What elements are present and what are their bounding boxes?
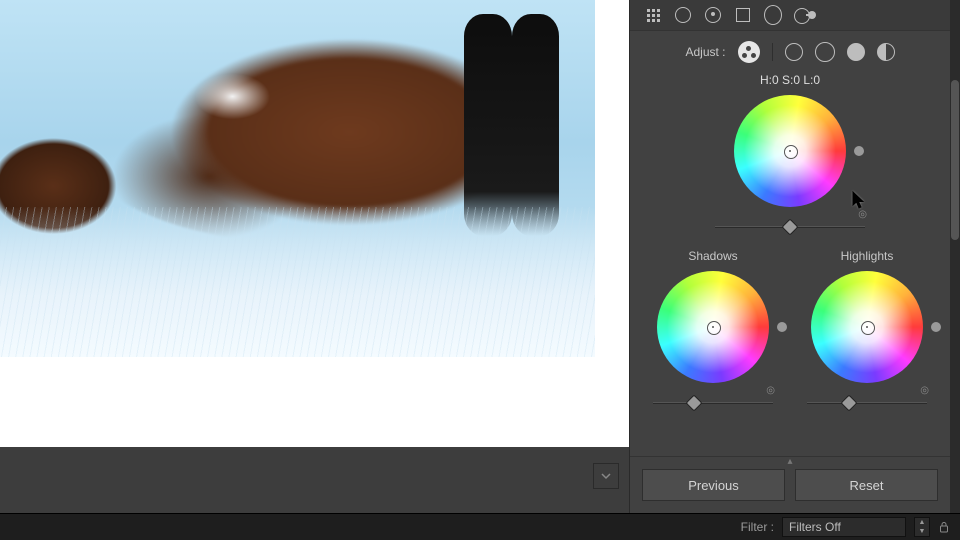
brush-slider-icon[interactable] xyxy=(794,6,812,24)
panel-scrollbar[interactable] xyxy=(950,0,960,513)
highlights-picker-dot[interactable] xyxy=(861,321,875,335)
crop-grid-icon[interactable] xyxy=(644,6,662,24)
three-way-mode-icon[interactable] xyxy=(738,41,760,63)
image-matte xyxy=(0,0,629,447)
adjust-label: Adjust : xyxy=(685,45,725,59)
spot-tool-icon[interactable] xyxy=(674,6,692,24)
highlights-wheel-block: Highlights ◎ xyxy=(790,249,944,413)
shadows-mode-icon[interactable] xyxy=(785,43,803,61)
highlights-label: Highlights xyxy=(841,249,894,263)
pointer-cursor-icon xyxy=(852,191,866,209)
local-adjustment-toolrow xyxy=(630,0,950,31)
highlights-reset-icon[interactable]: ◎ xyxy=(920,385,929,396)
canvas-area xyxy=(0,0,629,513)
footer-bar: Filter : Filters Off ▲▼ xyxy=(0,513,960,540)
lock-icon[interactable] xyxy=(938,521,950,533)
radial-tool-icon[interactable] xyxy=(704,6,722,24)
midtones-mode-icon[interactable] xyxy=(815,42,835,62)
reset-button[interactable]: Reset xyxy=(795,469,938,501)
midtones-picker-dot[interactable] xyxy=(784,145,798,159)
filter-label: Filter : xyxy=(741,520,774,534)
midtones-saturation-handle[interactable] xyxy=(854,146,864,156)
hsl-readout: H:0 S:0 L:0 xyxy=(630,69,950,93)
filter-stepper[interactable]: ▲▼ xyxy=(914,517,930,537)
color-grading-panel: Adjust : H:0 S:0 L:0 xyxy=(629,0,950,513)
global-mode-icon[interactable] xyxy=(877,43,895,61)
midtones-reset-icon[interactable]: ◎ xyxy=(858,209,867,220)
shadows-saturation-handle[interactable] xyxy=(777,322,787,332)
filter-dropdown[interactable]: Filters Off xyxy=(782,517,906,537)
shadows-reset-icon[interactable]: ◎ xyxy=(766,385,775,396)
shadows-picker-dot[interactable] xyxy=(707,321,721,335)
midtones-wheel-block: ◎ xyxy=(630,93,950,245)
adjust-mode-row: Adjust : xyxy=(630,31,950,69)
highlights-mode-icon[interactable] xyxy=(847,43,865,61)
midtones-luminance-slider[interactable]: ◎ xyxy=(715,217,865,237)
previous-button[interactable]: Previous xyxy=(642,469,785,501)
shadows-label: Shadows xyxy=(688,249,737,263)
collapse-chevron-icon[interactable]: ▴ xyxy=(787,456,792,467)
shadows-luminance-slider[interactable]: ◎ xyxy=(653,393,773,413)
highlights-luminance-slider[interactable]: ◎ xyxy=(807,393,927,413)
canvas-options-dropdown[interactable] xyxy=(593,463,619,489)
filter-dropdown-value: Filters Off xyxy=(789,520,841,534)
preview-image[interactable] xyxy=(0,0,595,357)
panel-button-row: ▴ Previous Reset xyxy=(630,456,950,513)
separator xyxy=(772,43,773,61)
rect-tool-icon[interactable] xyxy=(734,6,752,24)
large-circle-tool-icon[interactable] xyxy=(764,6,782,24)
shadows-wheel-block: Shadows ◎ xyxy=(636,249,790,413)
highlights-saturation-handle[interactable] xyxy=(931,322,941,332)
